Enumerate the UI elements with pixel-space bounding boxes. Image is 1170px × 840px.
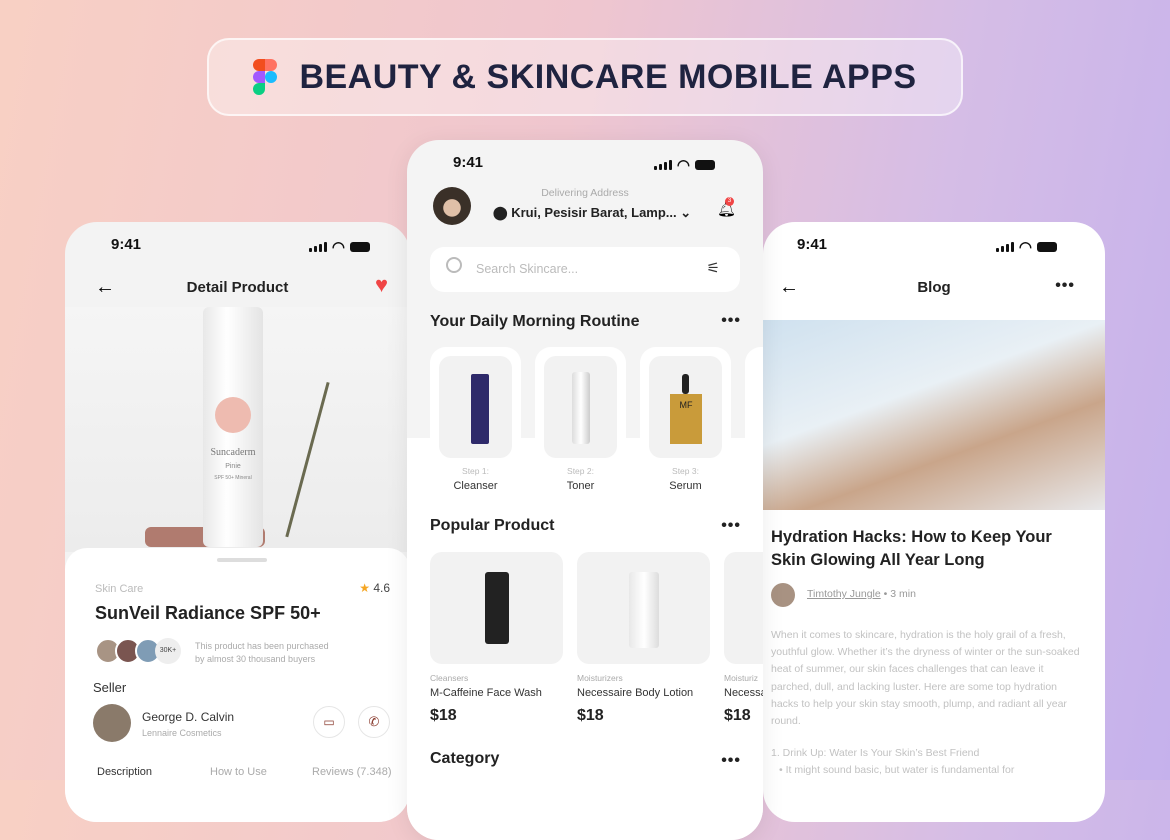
search-icon <box>446 257 462 273</box>
favorite-heart-icon[interactable]: ♥ <box>375 272 388 298</box>
signal-icon <box>308 242 327 252</box>
product-category: Moisturiz <box>724 673 759 683</box>
blog-title: Hydration Hacks: How to Keep Your Skin G… <box>771 528 1052 569</box>
more-options-icon[interactable]: ••• <box>721 517 741 535</box>
bottle-brand: Suncaderm <box>210 447 256 458</box>
blog-bullet: • It might sound basic, but water is fun… <box>779 764 1015 776</box>
routine-name: Toner <box>566 480 595 492</box>
product-name: Necessa <box>724 687 763 699</box>
screen-title: Blog <box>917 279 951 296</box>
more-options-icon[interactable]: ••• <box>721 752 741 770</box>
routine-step: Step 2: <box>567 466 594 476</box>
buyers-badge: 30K+ <box>155 638 181 664</box>
address-label: Delivering Address <box>541 187 629 199</box>
banner: BEAUTY & SKINCARE MOBILE APPS <box>207 38 963 116</box>
location-pin-icon: ⬤ <box>493 205 508 220</box>
address-text: Krui, Pesisir Barat, Lamp... <box>511 205 677 220</box>
serum-label: MF <box>670 394 702 444</box>
wifi-icon: ◠ <box>331 239 345 256</box>
product-image: Suncaderm Pinie SPF 50+ Mineral <box>65 307 410 553</box>
routine-card[interactable]: Step 2: Toner <box>535 347 626 497</box>
rating: 4.6 <box>373 581 390 595</box>
address-selector[interactable]: ⬤ Krui, Pesisir Barat, Lamp... ⌄ <box>493 205 691 221</box>
status-time: 9:41 <box>453 154 484 171</box>
tab-description[interactable]: Description <box>97 766 152 778</box>
routine-step: Step 3: <box>672 466 699 476</box>
detail-product-screen: 9:41 ◠ ← Detail Product ♥ Suncaderm Pini… <box>65 222 410 822</box>
sunscreen-bottle: Suncaderm Pinie SPF 50+ Mineral <box>203 307 263 547</box>
seller-avatar <box>93 704 131 742</box>
read-time: • 3 min <box>883 588 916 600</box>
home-screen: 9:41 ◠ Delivering Address ⬤ Krui, Pesisi… <box>407 140 763 840</box>
banner-title: BEAUTY & SKINCARE MOBILE APPS <box>299 57 917 96</box>
product-name: M-Caffeine Face Wash <box>430 687 542 699</box>
product-name: Necessaire Body Lotion <box>577 687 694 699</box>
chat-button[interactable]: ▭ <box>313 706 345 738</box>
blog-point: 1. Drink Up: Water Is Your Skin’s Best F… <box>771 747 980 759</box>
author-avatar <box>771 583 795 607</box>
product-card[interactable]: Moisturiz Necessa $18 <box>724 552 763 725</box>
product-name: SunVeil Radiance SPF 50+ <box>95 603 321 623</box>
call-button[interactable]: ✆ <box>358 706 390 738</box>
notification-bell-icon[interactable]: 🔔︎ 3 <box>717 197 736 218</box>
routine-name: Cleanser <box>453 480 498 492</box>
product-price: $18 <box>577 707 604 724</box>
notification-badge: 3 <box>725 197 734 206</box>
battery-icon <box>1037 242 1057 252</box>
routine-name: Serum <box>669 480 702 492</box>
more-options-icon[interactable]: ••• <box>721 312 741 330</box>
section-title: Popular Product <box>430 517 555 534</box>
pine-branch <box>285 381 385 553</box>
buyers-text: This product has been purchased <box>195 641 329 651</box>
battery-icon <box>350 242 370 252</box>
product-price: $18 <box>430 707 457 724</box>
wifi-icon: ◠ <box>676 157 690 174</box>
product-category: Skin Care <box>95 583 144 595</box>
battery-icon <box>695 160 715 170</box>
section-title: Category <box>430 750 500 767</box>
more-options-icon[interactable]: ••• <box>1055 277 1075 295</box>
seller-company: Lennaire Cosmetics <box>142 728 222 738</box>
product-card[interactable]: Cleansers M-Caffeine Face Wash $18 <box>430 552 563 725</box>
chevron-down-icon: ⌄ <box>680 205 692 220</box>
status-time: 9:41 <box>797 236 828 253</box>
buyers-text: by almost 30 thousand buyers <box>195 654 316 664</box>
product-category: Cleansers <box>430 673 469 683</box>
routine-card[interactable]: Step 1: Cleanser <box>430 347 521 497</box>
buyer-avatars: 30K+ <box>95 638 181 664</box>
tab-how-to-use[interactable]: How to Use <box>210 766 267 778</box>
filter-icon[interactable]: ⚟ <box>707 259 720 277</box>
search-input[interactable]: Search Skincare... ⚟ <box>430 247 740 292</box>
tab-reviews[interactable]: Reviews (7.348) <box>312 766 391 778</box>
bottle-spf: SPF 50+ Mineral <box>214 475 252 481</box>
routine-step: Step 1: <box>462 466 489 476</box>
figma-logo-icon <box>253 59 278 95</box>
signal-icon <box>653 160 672 170</box>
product-card[interactable]: Moisturizers Necessaire Body Lotion $18 <box>577 552 710 725</box>
seller-label: Seller <box>93 680 127 695</box>
status-time: 9:41 <box>111 236 142 253</box>
product-category: Moisturizers <box>577 673 623 683</box>
star-icon: ★ <box>359 581 370 595</box>
section-title: Your Daily Morning Routine <box>430 313 640 330</box>
seller-name: George D. Calvin <box>142 710 235 724</box>
blog-screen: 9:41 ◠ ← Blog ••• Hydration Hacks: How t… <box>763 222 1105 822</box>
search-placeholder: Search Skincare... <box>476 262 579 276</box>
routine-list: Step 1: Cleanser Step 2: Toner MF Step 3… <box>430 347 763 497</box>
product-price: $18 <box>724 707 751 724</box>
screen-title: Detail Product <box>186 279 289 296</box>
bottle-sub: Pinie <box>225 463 241 470</box>
blog-body: When it comes to skincare, hydration is … <box>771 629 1080 728</box>
author-link[interactable]: Timtothy Jungle <box>807 588 881 600</box>
blog-hero-image <box>763 320 1105 510</box>
product-list: Cleansers M-Caffeine Face Wash $18 Moist… <box>430 552 763 725</box>
routine-card[interactable]: MF Step 3: Serum <box>640 347 731 497</box>
bullet-text: It might sound basic, but water is funda… <box>785 764 1015 776</box>
wifi-icon: ◠ <box>1018 239 1032 256</box>
signal-icon <box>995 242 1014 252</box>
